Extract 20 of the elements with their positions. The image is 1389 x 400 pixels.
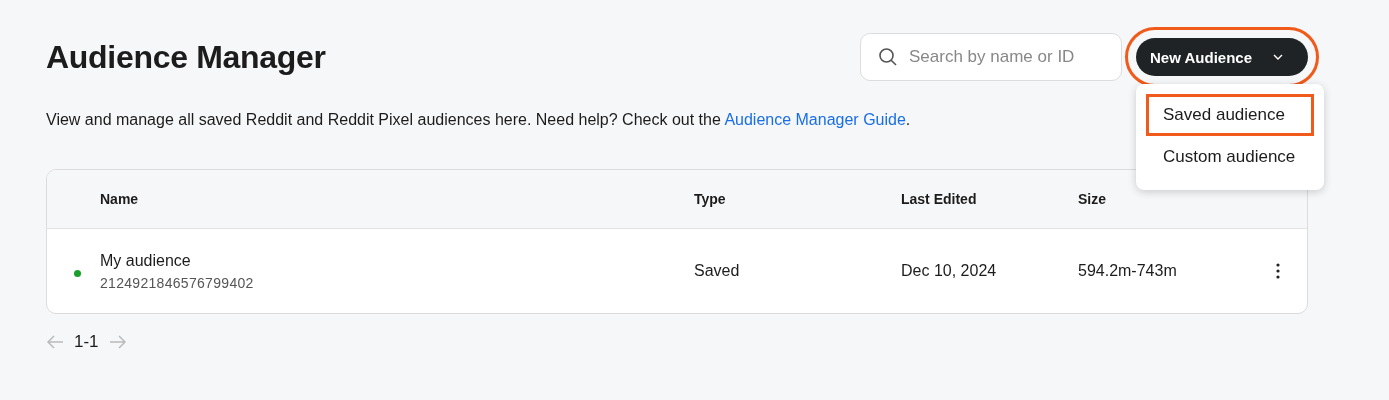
arrow-right-icon[interactable] [108, 335, 127, 349]
guide-link[interactable]: Audience Manager Guide [724, 111, 906, 128]
search-field[interactable]: Search by name or ID [860, 33, 1123, 81]
arrow-left-icon[interactable] [46, 335, 64, 349]
new-audience-button[interactable]: New Audience [1136, 38, 1308, 76]
page-range: 1-1 [74, 332, 99, 352]
table-cell-text: Dec 10, 2024 [901, 262, 998, 280]
column-header: Type [694, 191, 727, 207]
menu-item[interactable]: Custom audience [1146, 136, 1315, 178]
page-title: Audience Manager [46, 38, 326, 76]
menu-item[interactable]: Saved audience [1146, 94, 1315, 136]
table-cell-text: 594.2m-743m [1078, 262, 1178, 280]
table-cell-text: Saved [694, 262, 741, 280]
more-options-icon[interactable] [1275, 263, 1280, 279]
column-header: Size [1078, 191, 1107, 207]
column-header: Name [100, 191, 140, 207]
audience-name: My audience [100, 251, 192, 270]
column-header: Last Edited [901, 191, 978, 207]
audience-id: 2124921846576799402 [100, 274, 255, 291]
search-icon [878, 47, 899, 67]
